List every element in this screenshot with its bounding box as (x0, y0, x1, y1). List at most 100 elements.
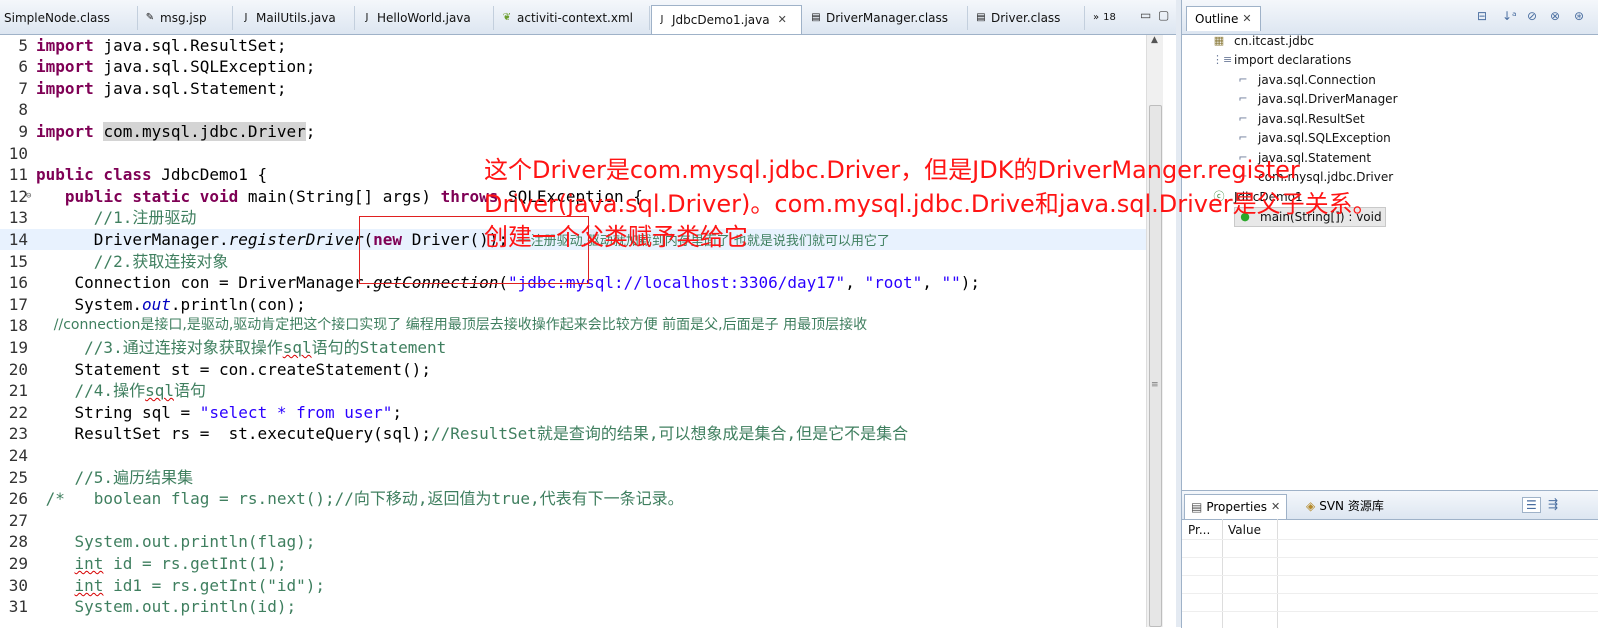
outline-item-label: import declarations (1234, 53, 1352, 67)
minimize-icon[interactable]: ▭ (1140, 8, 1151, 22)
code-line: 23 ResultSet rs = st.executeQuery(sql);/… (0, 423, 1146, 444)
close-icon[interactable]: ✕ (1242, 7, 1251, 31)
grid-line (1182, 611, 1598, 612)
line-number: 21 (8, 381, 28, 400)
categories-icon[interactable]: ☰ (1522, 497, 1541, 513)
outline-header: Outline ✕ ⊟ ↓ᵃ ⊘ ⊗ ⊛ (1182, 0, 1598, 35)
grid-line (1182, 593, 1598, 594)
import-icon: ⌐ (1238, 73, 1248, 86)
properties-header: ▤ Properties ✕ ◈ SVN 资源库 ☰ ⇶ (1182, 491, 1598, 520)
svn-tab-label: SVN 资源库 (1319, 499, 1384, 513)
outline-item[interactable]: ⋮≡ import declarations (1212, 51, 1351, 69)
tab-msg-jsp[interactable]: ✎ msg.jsp (140, 6, 233, 30)
code-line: 31 System.out.println(id); (0, 596, 1146, 617)
java-file-icon: J (244, 12, 248, 23)
properties-view: ▤ Properties ✕ ◈ SVN 资源库 ☰ ⇶ Pr... Value (1181, 490, 1598, 628)
line-number: 30 (8, 576, 28, 595)
code-editor[interactable]: 5 import java.sql.ResultSet; 6 import java… (0, 35, 1146, 627)
outline-item[interactable]: ⌐ java.sql.DriverManager (1236, 90, 1398, 108)
collapse-all-icon[interactable]: ⊟ (1477, 9, 1487, 23)
import-icon: ⌐ (1238, 112, 1248, 125)
line-number: 8 (18, 100, 28, 119)
outline-item[interactable]: ▦ cn.itcast.jdbc (1212, 32, 1314, 50)
tab-label: msg.jsp (160, 11, 207, 25)
tab-overflow-count: 18 (1103, 12, 1116, 23)
tab-properties[interactable]: ▤ Properties ✕ (1184, 494, 1288, 519)
grid-line (1182, 575, 1598, 576)
fold-icon[interactable]: ⊖ (26, 186, 31, 207)
tab-outline[interactable]: Outline ✕ (1186, 6, 1261, 31)
line-number: 13 (8, 208, 28, 227)
sort-icon[interactable]: ↓ᵃ (1502, 9, 1517, 23)
code-line: 7 import java.sql.Statement; (0, 78, 1146, 99)
annotation-line-1: 这个Driver是com.mysql.jdbc.Driver，但是JDK的Dri… (484, 156, 1300, 184)
code-line: 21 //4.操作sql语句 (0, 380, 1146, 401)
column-header-property[interactable]: Pr... (1188, 521, 1210, 539)
close-icon[interactable]: ✕ (1271, 495, 1280, 519)
line-number: 15 (8, 252, 28, 271)
line-number: 27 (8, 511, 28, 530)
hide-nonpublic-icon[interactable]: ⊛ (1574, 9, 1584, 23)
outline-item[interactable]: ⌐ java.sql.SQLException (1236, 129, 1391, 147)
code-line: 27 (0, 510, 1146, 531)
code-line: 5 import java.sql.ResultSet; (0, 35, 1146, 56)
tab-label: MailUtils.java (256, 11, 336, 25)
code-line: 26 /* boolean flag = rs.next();//向下移动,返回… (0, 488, 1146, 509)
editor-vertical-scrollbar[interactable]: ▲ ≡ (1146, 35, 1163, 627)
outline-item[interactable]: ⌐ java.sql.ResultSet (1236, 110, 1364, 128)
tab-label: HelloWorld.java (377, 11, 471, 25)
tab-drivermanager-class[interactable]: ▤ DriverManager.class (806, 6, 968, 30)
filter-icon[interactable]: ⇶ (1548, 497, 1558, 511)
tab-label: DriverManager.class (826, 11, 949, 25)
package-icon: ▦ (1213, 34, 1225, 47)
tab-overflow[interactable]: » 18 (1089, 6, 1129, 30)
code-line: 28 System.out.println(flag); (0, 531, 1146, 552)
annotation-line-3: 创建一个父类赋予类给它 (484, 223, 748, 251)
line-number: 24 (8, 446, 28, 465)
hide-fields-icon[interactable]: ⊘ (1527, 9, 1537, 23)
hide-static-icon[interactable]: ⊗ (1550, 9, 1560, 23)
properties-icon: ▤ (1191, 500, 1203, 514)
code-line: 9 import com.mysql.jdbc.Driver; (0, 121, 1146, 142)
editor-tab-bar: SimpleNode.class ✎ msg.jsp J MailUtils.j… (0, 0, 1176, 35)
tab-label: JdbcDemo1.java (672, 13, 770, 27)
grip-icon: ≡ (1151, 380, 1159, 390)
line-number: 23 (8, 424, 28, 443)
code-line: 24 (0, 445, 1146, 466)
outline-view: Outline ✕ ⊟ ↓ᵃ ⊘ ⊗ ⊛ ▦ cn.itcast.jdbc ⋮≡ i… (1181, 0, 1598, 490)
line-number: 14 (8, 230, 28, 249)
outline-item-label: java.sql.DriverManager (1258, 92, 1398, 106)
column-header-value[interactable]: Value (1228, 521, 1261, 539)
line-number: 19 (8, 338, 28, 357)
tab-svn-repository[interactable]: ◈ SVN 资源库 (1300, 494, 1390, 518)
line-number: 5 (18, 36, 28, 55)
line-number: 22 (8, 403, 28, 422)
jsp-file-icon: ✎ (145, 12, 155, 23)
tab-label: activiti-context.xml (517, 11, 633, 25)
tab-simplenode-class[interactable]: SimpleNode.class (0, 6, 138, 30)
annotation-line-2: Driver(java.sql.Driver)。com.mysql.jdbc.D… (484, 190, 1377, 218)
java-file-icon: J (660, 14, 664, 25)
tab-activiti-context-xml[interactable]: ❦ activiti-context.xml (497, 6, 650, 30)
outline-title: Outline (1195, 12, 1239, 26)
code-line: 6 import java.sql.SQLException; (0, 56, 1146, 77)
tab-helloworld-java[interactable]: J HelloWorld.java (357, 6, 494, 30)
line-number: 9 (18, 122, 28, 141)
line-number: 16 (8, 273, 28, 292)
import-icon: ⌐ (1238, 92, 1248, 105)
close-icon[interactable]: ✕ (778, 8, 787, 32)
code-text: java.sql.ResultSet; (103, 36, 287, 55)
svn-icon: ◈ (1306, 499, 1316, 513)
line-number: 6 (18, 57, 28, 76)
outline-item[interactable]: ⌐ java.sql.Connection (1236, 71, 1376, 89)
tab-driver-class[interactable]: ▤ Driver.class (971, 6, 1085, 30)
tab-mailutils-java[interactable]: J MailUtils.java (236, 6, 355, 30)
outline-item-label: java.sql.SQLException (1258, 131, 1391, 145)
maximize-icon[interactable]: ▢ (1158, 8, 1169, 22)
line-number: 18 (8, 316, 28, 335)
tab-label: SimpleNode.class (4, 11, 110, 25)
tab-jdbcdemo1-java[interactable]: J JdbcDemo1.java ✕ (651, 5, 802, 34)
outline-item-label: java.sql.Connection (1258, 73, 1376, 87)
class-file-icon: ▤ (976, 12, 986, 23)
scroll-up-icon[interactable]: ▲ (1151, 35, 1158, 45)
